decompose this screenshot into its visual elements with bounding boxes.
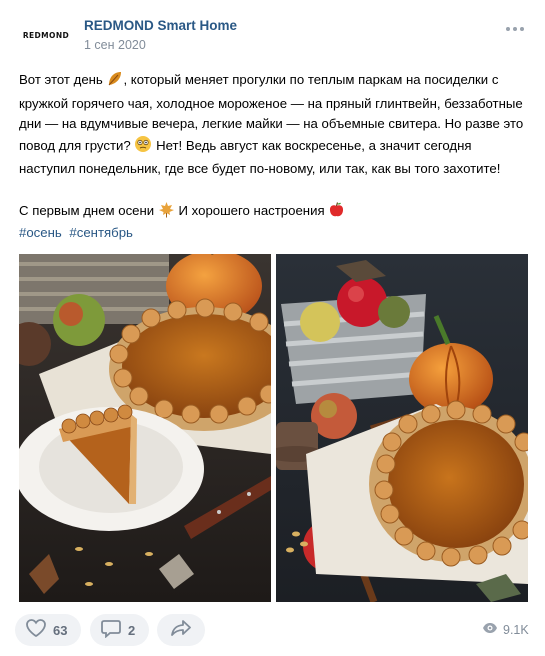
hashtag-link[interactable]: #осень [19,225,62,240]
smile-icon [134,135,152,160]
text-part: Вот этот день [19,72,103,87]
apple-icon [328,201,345,225]
comment-icon [100,618,122,643]
leaf-icon [106,70,123,94]
maple-leaf-icon [158,201,175,225]
text-part: С первым днем осени [19,202,155,218]
comment-button[interactable]: 2 [90,614,149,646]
author-name[interactable]: REDMOND Smart Home [84,18,237,33]
hashtags: #осень #сентябрь [19,225,137,240]
photo-basket-pie[interactable] [276,254,528,602]
views-count: 9.1K [503,622,529,637]
post-date[interactable]: 1 сен 2020 [84,38,146,52]
heart-icon [25,618,47,643]
like-button[interactable]: 63 [15,614,81,646]
post: REDMOND REDMOND Smart Home 1 сен 2020 Во… [0,0,545,656]
share-icon [170,618,192,643]
like-count: 63 [53,622,68,638]
hashtag-link[interactable]: #сентябрь [69,225,132,240]
post-text: Вот этот день , который меняет прогулки … [19,70,529,225]
text-part: И хорошего настроения [178,202,325,218]
logo-text: REDMOND [22,30,70,40]
views-counter: 9.1K [482,622,529,637]
eye-icon [482,622,498,637]
more-icon[interactable] [506,27,524,31]
share-button[interactable] [157,614,205,646]
comment-count: 2 [128,622,136,638]
photo-pie-slice[interactable] [19,254,271,602]
avatar[interactable]: REDMOND [18,17,74,53]
